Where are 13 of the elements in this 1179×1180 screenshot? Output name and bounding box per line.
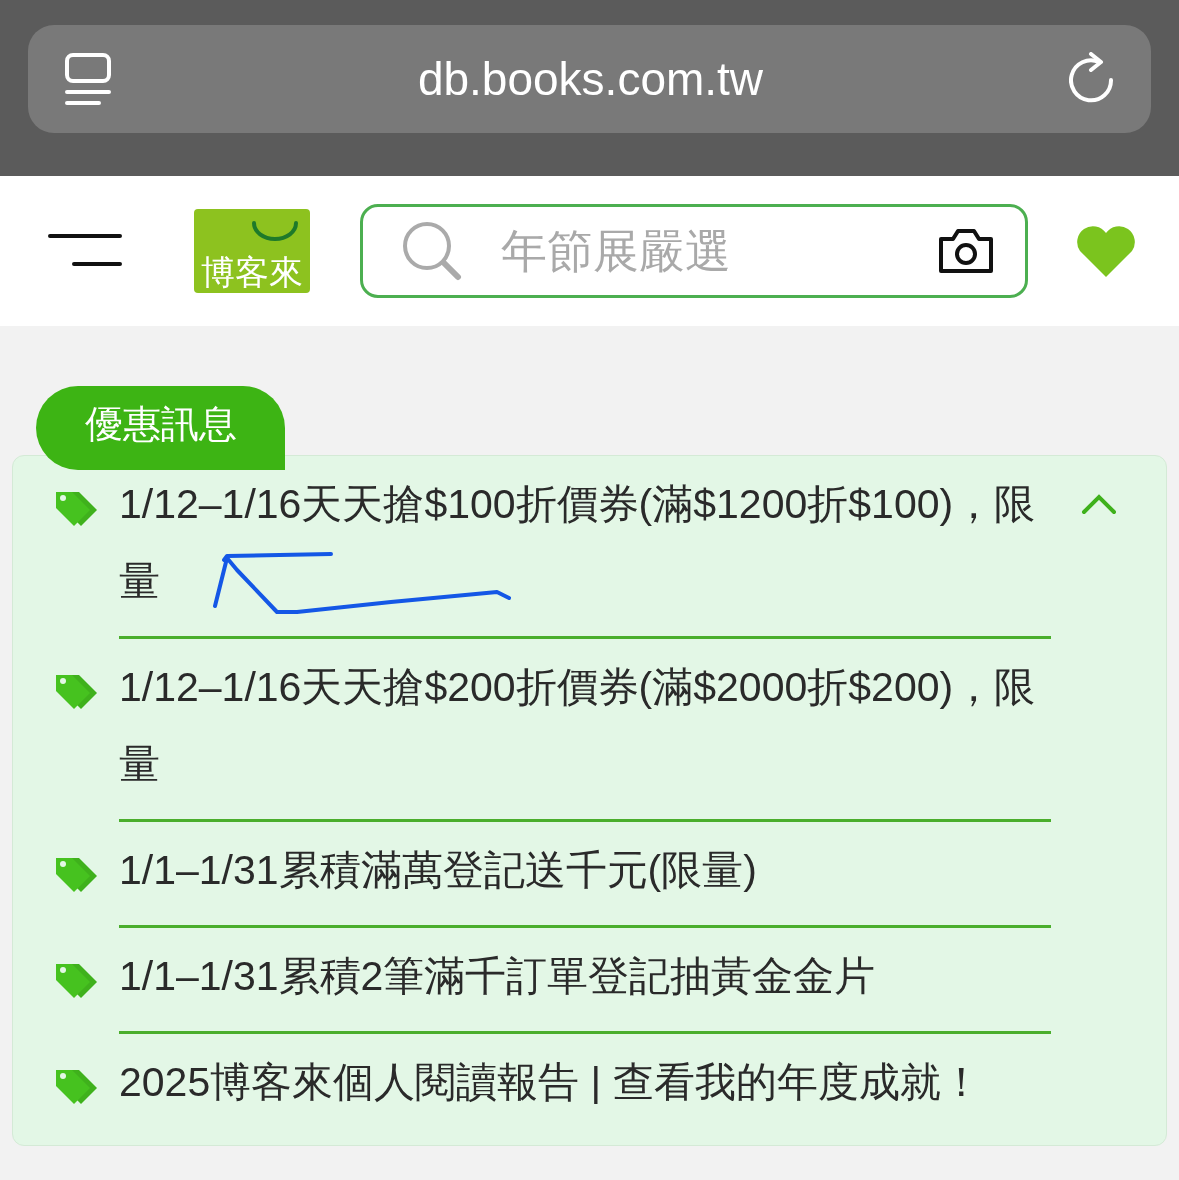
promotion-link[interactable]: 1/12–1/16天天搶$200折價券(滿$2000折$200)，限量 (119, 649, 1051, 803)
menu-icon (48, 232, 122, 267)
search-input[interactable]: 年節展嚴選 (499, 223, 901, 279)
promotion-link[interactable]: 1/1–1/31累積2筆滿千訂單登記抽黃金金片 (119, 938, 1051, 1015)
address-text[interactable]: db.books.com.tw (417, 52, 764, 106)
search-field[interactable]: 年節展嚴選 (360, 204, 1028, 298)
camera-icon[interactable] (937, 227, 995, 275)
reader-icon[interactable] (64, 52, 112, 106)
search-icon (401, 221, 463, 281)
collapse-button[interactable] (1081, 492, 1117, 516)
chevron-up-icon (1081, 492, 1117, 516)
promotion-link[interactable]: 2025博客來個人閱讀報告 | 查看我的年度成就！ (119, 1044, 1051, 1121)
promotion-link[interactable]: 1/1–1/31累積滿萬登記送千元(限量) (119, 832, 1051, 909)
